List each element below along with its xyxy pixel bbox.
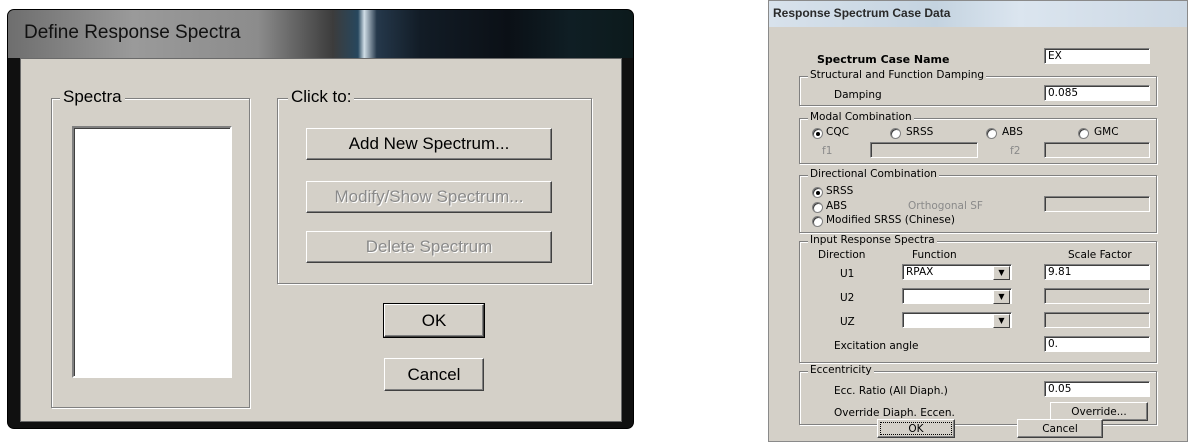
dir-modified-srss-radio[interactable] (812, 216, 823, 227)
modal-combination-group: Modal Combination CQC SRSS ABS GMC f1 f2 (799, 111, 1157, 164)
cancel-button[interactable]: Cancel (384, 358, 484, 391)
gmc-radio[interactable] (1078, 128, 1089, 139)
abs-label: ABS (1002, 126, 1023, 138)
modify-show-spectrum-button[interactable]: Modify/Show Spectrum... (306, 181, 552, 213)
spectra-group: Spectra (51, 87, 250, 408)
click-to-group-label: Click to: (288, 87, 355, 107)
f2-input[interactable] (1044, 142, 1150, 158)
direction-column-header: Direction (818, 249, 866, 261)
title-bar[interactable]: Response Spectrum Case Data (769, 1, 1187, 27)
chevron-down-icon: ▼ (993, 290, 1010, 304)
dir-srss-radio[interactable] (812, 187, 823, 198)
u1-label: U1 (840, 268, 855, 280)
input-response-spectra-group: Input Response Spectra Direction Functio… (799, 234, 1157, 363)
function-column-header: Function (912, 249, 957, 261)
cqc-label: CQC (826, 126, 849, 138)
dialog-body: Spectrum Case Name EX Structural and Fun… (769, 27, 1187, 441)
ecc-ratio-label: Ecc. Ratio (All Diaph.) (834, 385, 948, 397)
damping-input[interactable]: 0.085 (1044, 85, 1150, 101)
u1-scale-input[interactable]: 9.81 (1044, 264, 1150, 280)
gmc-label: GMC (1094, 126, 1119, 138)
uz-function-dropdown[interactable]: ▼ (902, 312, 1012, 328)
dir-abs-radio[interactable] (812, 202, 823, 213)
ok-button[interactable]: OK (877, 419, 955, 438)
f2-label: f2 (1010, 145, 1021, 157)
abs-radio[interactable] (986, 128, 997, 139)
chevron-down-icon: ▼ (993, 266, 1010, 280)
chevron-down-icon: ▼ (993, 314, 1010, 328)
orthogonal-sf-input[interactable] (1044, 196, 1150, 212)
title-bar[interactable]: Define Response Spectra (8, 10, 633, 58)
dir-abs-label: ABS (826, 200, 847, 212)
define-response-spectra-dialog: Define Response Spectra Spectra Click to… (8, 10, 633, 428)
modal-combination-label: Modal Combination (808, 111, 914, 123)
response-spectrum-case-data-dialog: Response Spectrum Case Data Spectrum Cas… (768, 0, 1188, 442)
directional-combination-group: Directional Combination SRSS ABS Orthogo… (799, 168, 1157, 233)
srss-radio[interactable] (890, 128, 901, 139)
uz-label: UZ (840, 316, 855, 328)
excitation-angle-input[interactable]: 0. (1044, 336, 1150, 352)
u1-function-dropdown[interactable]: RPAX ▼ (902, 264, 1012, 280)
directional-combination-label: Directional Combination (808, 168, 939, 180)
srss-label: SRSS (906, 126, 934, 138)
scale-factor-column-header: Scale Factor (1068, 249, 1132, 261)
u1-function-value: RPAX (906, 266, 934, 278)
f1-input[interactable] (870, 142, 978, 158)
spectra-group-label: Spectra (60, 87, 125, 107)
uz-scale-input[interactable] (1044, 312, 1150, 328)
dialog-title: Define Response Spectra (24, 22, 241, 43)
click-to-group: Click to: Add New Spectrum... Modify/Sho… (277, 87, 592, 284)
damping-group: Structural and Function Damping Damping … (799, 69, 1157, 106)
case-name-input[interactable]: EX (1044, 48, 1150, 64)
delete-spectrum-button[interactable]: Delete Spectrum (306, 231, 552, 263)
input-response-spectra-label: Input Response Spectra (808, 234, 937, 246)
case-name-label: Spectrum Case Name (817, 53, 950, 66)
dir-modified-srss-label: Modified SRSS (Chinese) (826, 214, 955, 226)
eccentricity-group-label: Eccentricity (808, 364, 874, 376)
u2-function-dropdown[interactable]: ▼ (902, 288, 1012, 304)
damping-label: Damping (834, 89, 882, 101)
f1-label: f1 (822, 145, 833, 157)
u2-scale-input[interactable] (1044, 288, 1150, 304)
cqc-radio[interactable] (812, 128, 823, 139)
dir-srss-label: SRSS (826, 185, 854, 197)
u2-label: U2 (840, 292, 855, 304)
dialog-title: Response Spectrum Case Data (773, 6, 951, 20)
spectra-listbox[interactable] (72, 126, 232, 378)
ecc-ratio-input[interactable]: 0.05 (1044, 381, 1150, 397)
orthogonal-sf-label: Orthogonal SF (908, 200, 983, 212)
add-new-spectrum-button[interactable]: Add New Spectrum... (306, 128, 552, 160)
dialog-body: Spectra Click to: Add New Spectrum... Mo… (20, 58, 622, 422)
ok-button[interactable]: OK (383, 303, 485, 338)
excitation-angle-label: Excitation angle (834, 340, 919, 352)
damping-group-label: Structural and Function Damping (808, 69, 987, 81)
override-label: Override Diaph. Eccen. (834, 407, 955, 419)
cancel-button[interactable]: Cancel (1017, 419, 1103, 438)
eccentricity-group: Eccentricity Ecc. Ratio (All Diaph.) 0.0… (799, 364, 1157, 425)
